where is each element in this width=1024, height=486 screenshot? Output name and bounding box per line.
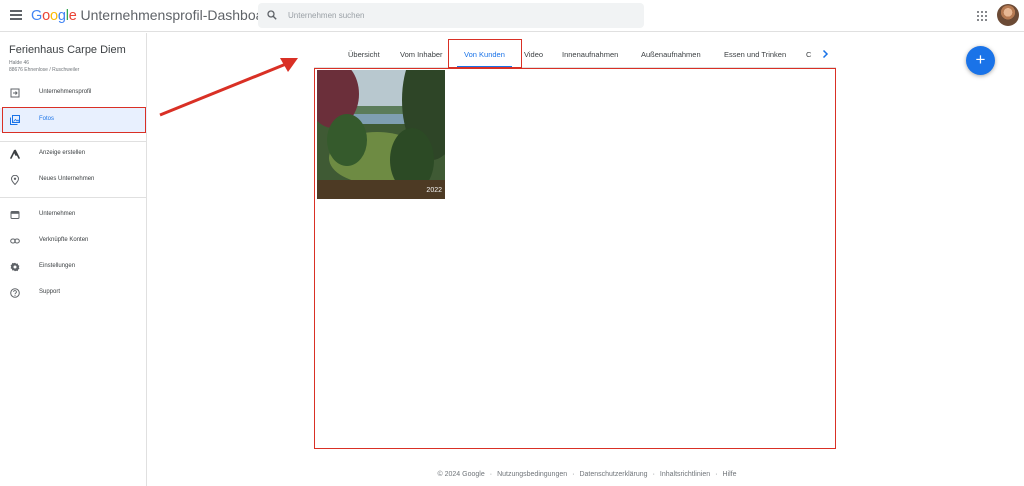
add-photo-button[interactable]: + <box>966 46 995 75</box>
footer-copyright: © 2024 Google <box>437 471 485 478</box>
footer-link-inhaltsrichtlinien[interactable]: Inhaltsrichtlinien <box>660 471 710 478</box>
footer: © 2024 Google · Nutzungsbedingungen · Datens… <box>437 471 737 478</box>
annotation-arrow <box>159 58 298 117</box>
footer-link-hilfe[interactable]: Hilfe <box>722 471 736 478</box>
footer-link-nutzungsbedingungen[interactable]: Nutzungsbedingungen <box>497 471 567 478</box>
footer-link-datenschutz[interactable]: Datenschutzerklärung <box>579 471 647 478</box>
